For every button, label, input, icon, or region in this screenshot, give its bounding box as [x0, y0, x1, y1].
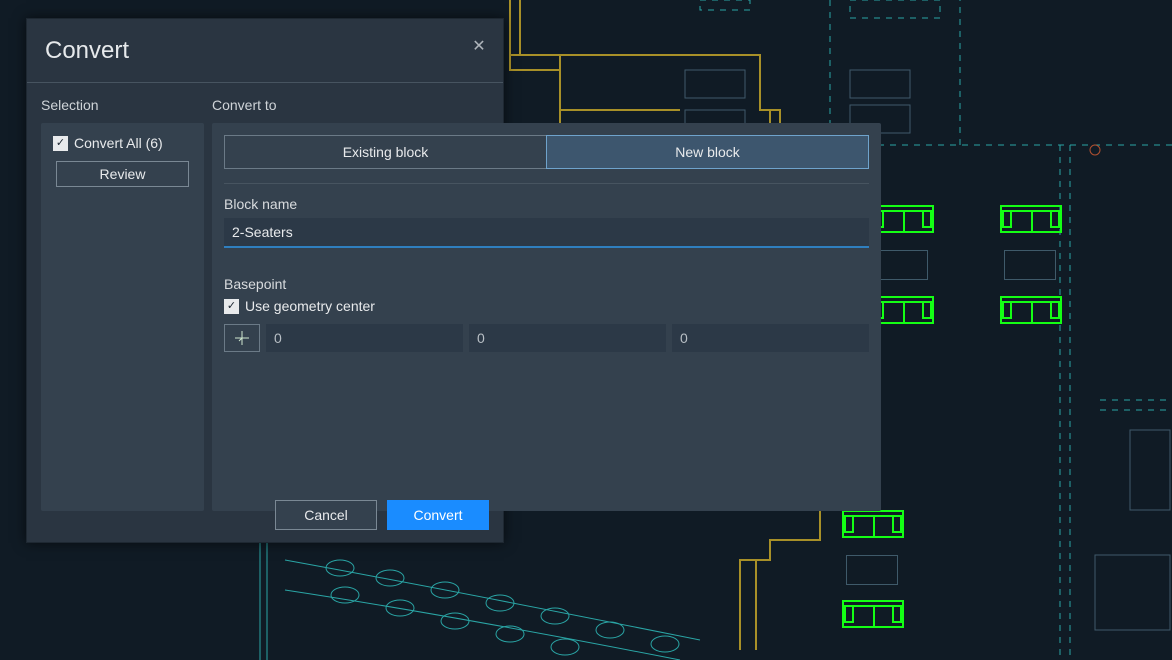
convert-button[interactable]: Convert: [387, 500, 489, 530]
block-name-label: Block name: [224, 196, 869, 212]
block-instance[interactable]: [872, 296, 934, 324]
block-instance[interactable]: [1000, 205, 1062, 233]
basepoint-x-input[interactable]: [266, 324, 463, 352]
crosshair-icon: [234, 330, 250, 346]
block-instance[interactable]: [872, 205, 934, 233]
block-instance[interactable]: [842, 510, 904, 538]
convert-to-label: Convert to: [212, 97, 881, 113]
cancel-button[interactable]: Cancel: [275, 500, 377, 530]
check-icon: ✓: [224, 299, 239, 314]
block-name-input[interactable]: [224, 218, 869, 248]
dialog-title: Convert: [45, 37, 129, 65]
use-geometry-center-checkbox[interactable]: ✓ Use geometry center: [224, 298, 869, 314]
review-button[interactable]: Review: [56, 161, 189, 187]
table-outline: [876, 250, 928, 280]
convert-dialog: Convert ✕ Selection ✓ Convert All (6) Re…: [26, 18, 504, 543]
convert-all-checkbox[interactable]: ✓ Convert All (6): [53, 135, 192, 151]
table-outline: [846, 555, 898, 585]
convert-all-label: Convert All (6): [74, 135, 163, 151]
tab-existing-block[interactable]: Existing block: [224, 135, 546, 169]
block-instance[interactable]: [1000, 296, 1062, 324]
pick-basepoint-button[interactable]: [224, 324, 260, 352]
dialog-header: Convert ✕: [27, 19, 503, 83]
use-geometry-center-label: Use geometry center: [245, 298, 375, 314]
check-icon: ✓: [53, 136, 68, 151]
basepoint-y-input[interactable]: [469, 324, 666, 352]
basepoint-z-input[interactable]: [672, 324, 869, 352]
convert-to-tabs: Existing block New block: [224, 135, 869, 184]
table-outline: [1004, 250, 1056, 280]
close-button[interactable]: ✕: [469, 37, 489, 57]
block-instance[interactable]: [842, 600, 904, 628]
tab-new-block[interactable]: New block: [546, 135, 869, 169]
selection-label: Selection: [41, 97, 204, 113]
close-icon: ✕: [472, 38, 485, 55]
basepoint-label: Basepoint: [224, 276, 869, 292]
